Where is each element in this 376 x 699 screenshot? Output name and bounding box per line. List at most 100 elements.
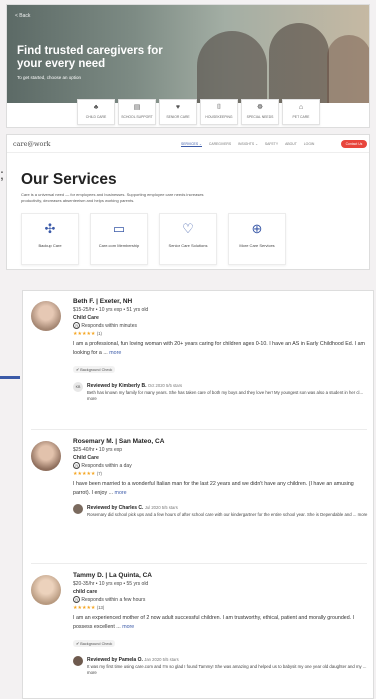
response-time: ◷ Responds within a few hours	[73, 596, 369, 604]
housekeeping-icon: ⌷	[216, 104, 222, 111]
stars-icon: ★★★★★	[73, 605, 96, 611]
divider	[31, 563, 367, 564]
category-options: ♣ CHILD CARE ▤ SCHOOL SUPPORT ♥ SENIOR CARE…	[77, 99, 320, 125]
caregiver-rate: $25-40/hr • 10 yrs exp	[73, 447, 122, 453]
review-count: (7)	[96, 471, 102, 476]
category-label: PET CARE	[292, 115, 310, 119]
category-child-care[interactable]: ♣ CHILD CARE	[77, 99, 115, 125]
category-special-needs[interactable]: ☸ SPECIAL NEEDS	[241, 99, 279, 125]
more-care-icon: ⊕	[251, 221, 263, 236]
caregiver-name[interactable]: Tammy D. | La Quinta, CA	[73, 571, 369, 580]
avatar[interactable]	[31, 441, 61, 471]
nav-services[interactable]: SERVICES ⌄	[181, 142, 202, 147]
care-type: Child Care	[73, 455, 99, 461]
side-accent-bar	[0, 376, 20, 379]
category-label: SCHOOL SUPPORT	[121, 115, 153, 119]
service-card-label: Backup Care	[38, 243, 62, 248]
nav-insights[interactable]: INSIGHTS ⌄	[238, 142, 258, 147]
review-date: Jul 2020 5/5 stars	[144, 505, 178, 510]
review-date: Oct 2020 5/5 stars	[147, 383, 183, 388]
caregiver-rate: $20-35/hr • 10 yrs exp • 55 yrs old	[73, 581, 149, 587]
more-link[interactable]: more	[122, 624, 134, 630]
response-time: ◷ Responds within minutes	[73, 322, 369, 330]
response-text: Responds within a few hours	[81, 597, 146, 603]
more-link[interactable]: more	[109, 350, 121, 356]
review-count: (1)	[96, 331, 102, 336]
star-rating: ★★★★★ (13)	[73, 604, 369, 612]
response-text: Responds within a day	[81, 463, 132, 469]
hero-photo-person	[197, 31, 267, 103]
star-rating: ★★★★★ (7)	[73, 470, 369, 478]
nav-about[interactable]: ABOUT	[285, 142, 297, 147]
nav-links: SERVICES ⌄ CAREGIVERS INSIGHTS ⌄ SAFETY …	[181, 142, 314, 147]
nav-login[interactable]: LOGIN	[304, 142, 315, 147]
membership-icon: ▭	[112, 221, 126, 236]
clock-icon: ◷	[73, 596, 80, 604]
care-type: child care	[73, 589, 98, 595]
divider	[31, 429, 367, 430]
school-support-icon: ▤	[133, 104, 141, 111]
stroller-icon: ♣	[93, 104, 99, 111]
more-link[interactable]: more	[115, 490, 127, 496]
category-label: SPECIAL NEEDS	[246, 115, 274, 119]
hero-subtitle: To get started, choose an option	[17, 75, 82, 80]
review-text: Beth has known my family for many years.…	[87, 390, 364, 401]
services-title: Our Services	[21, 171, 117, 188]
pet-care-icon: ⌂	[298, 104, 304, 111]
category-school-support[interactable]: ▤ SCHOOL SUPPORT	[118, 99, 156, 125]
review-text: It was my first time using care.com and …	[87, 664, 367, 675]
nav-safety[interactable]: SAFETY	[265, 142, 278, 147]
caregiver-bio: I have been married to a wonderful Itali…	[73, 480, 369, 498]
back-link[interactable]: < Back	[15, 13, 30, 19]
badge-label: Background Check	[80, 368, 113, 372]
review: KB Reviewed by Kimberly B. Oct 2020 5/5 …	[73, 382, 369, 404]
services-description: Care is a universal need — for employees…	[21, 192, 204, 203]
background-check-badge: ✔ Background Check	[73, 640, 116, 647]
category-label: HOUSEKEEPING	[205, 115, 233, 119]
service-card-label: Senior Care Solutions	[168, 243, 208, 248]
reviewer-avatar: KB	[73, 382, 83, 392]
reviewer-name: Reviewed by Kimberly B.	[87, 383, 147, 389]
care-type: Child Care	[73, 315, 99, 321]
caregiver-name[interactable]: Beth F. | Exeter, NH	[73, 297, 369, 306]
stars-icon: ★★★★★	[73, 331, 96, 337]
backup-care-icon: ✣	[44, 221, 56, 236]
hero-photo-person	[269, 23, 329, 103]
star-rating: ★★★★★ (1)	[73, 330, 369, 338]
hero-panel: < Back Find trusted caregivers for your …	[6, 4, 370, 128]
reviewer-avatar	[73, 504, 83, 514]
service-card-backup-care[interactable]: ✣ Backup Care	[21, 213, 79, 265]
senior-care-icon: ♡	[182, 221, 194, 236]
service-card-senior-care[interactable]: ♡ Senior Care Solutions	[159, 213, 217, 265]
avatar[interactable]	[31, 575, 61, 605]
review-text: Rosemary did school pick ups and a few h…	[87, 512, 368, 517]
category-pet-care[interactable]: ⌂ PET CARE	[282, 99, 320, 125]
contact-us-button[interactable]: Contact Us	[341, 140, 367, 148]
category-label: CHILD CARE	[85, 115, 107, 119]
hero-headline: Find trusted caregivers for your every n…	[17, 45, 163, 70]
senior-care-icon: ♥	[175, 104, 181, 111]
service-card-more[interactable]: ⊕ More Care Services	[228, 213, 286, 265]
bio-text: I am an experienced mother of 2 now adul…	[73, 615, 355, 630]
review-count: (13)	[96, 605, 105, 610]
category-housekeeping[interactable]: ⌷ HOUSEKEEPING	[200, 99, 238, 125]
service-card-label: Care.com Membership	[98, 243, 140, 248]
clock-icon: ◷	[73, 462, 80, 470]
care-at-work-logo[interactable]: care@work	[13, 140, 51, 148]
category-senior-care[interactable]: ♥ SENIOR CARE	[159, 99, 197, 125]
caregiver-bio: I am a professional, fun loving woman wi…	[73, 340, 369, 358]
special-needs-icon: ☸	[256, 104, 264, 111]
clock-icon: ◷	[73, 322, 80, 330]
service-card-membership[interactable]: ▭ Care.com Membership	[90, 213, 148, 265]
avatar[interactable]	[31, 301, 61, 331]
service-cards: ✣ Backup Care ▭ Care.com Membership ♡ Senio…	[21, 213, 286, 265]
caregiver-name[interactable]: Rosemary M. | San Mateo, CA	[73, 437, 369, 446]
response-time: ◷ Responds within a day	[73, 462, 369, 470]
reviewer-name: Reviewed by Charles C.	[87, 505, 144, 511]
review-date: Jan 2020 5/5 stars	[144, 657, 179, 662]
hero-photo-person	[327, 35, 369, 103]
reviewer-avatar	[73, 656, 83, 666]
side-fragment: ;	[0, 166, 4, 182]
review: Reviewed by Pamela O. Jan 2020 5/5 stars…	[73, 656, 369, 678]
nav-caregivers[interactable]: CAREGIVERS	[209, 142, 231, 147]
